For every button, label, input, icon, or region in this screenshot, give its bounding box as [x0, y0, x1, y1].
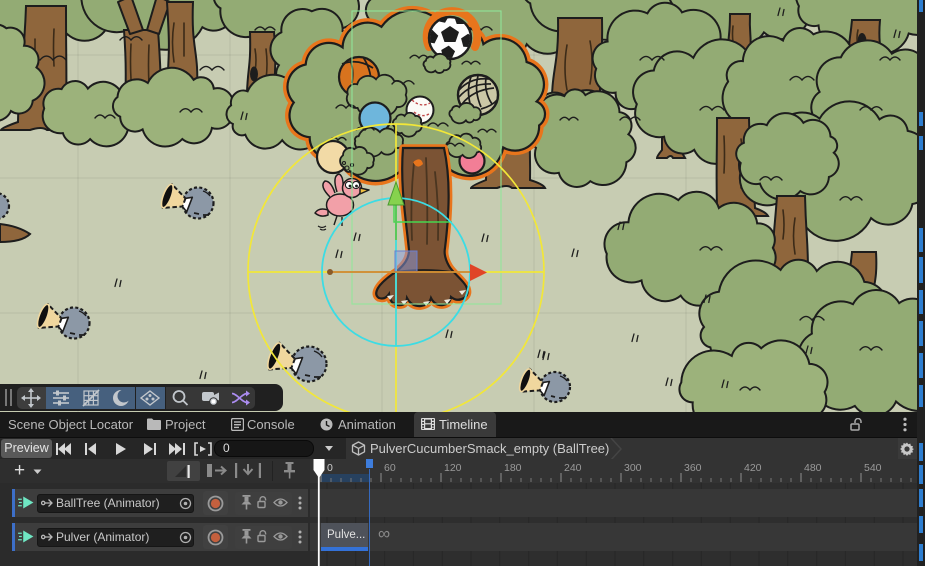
svg-text:60: 60 — [384, 462, 396, 474]
svg-text:120: 120 — [444, 462, 462, 474]
svg-text:480: 480 — [804, 462, 822, 474]
svg-text:360: 360 — [684, 462, 702, 474]
svg-text:240: 240 — [564, 462, 582, 474]
svg-text:300: 300 — [624, 462, 642, 474]
svg-text:540: 540 — [864, 462, 882, 474]
svg-text:180: 180 — [504, 462, 522, 474]
svg-text:420: 420 — [744, 462, 762, 474]
